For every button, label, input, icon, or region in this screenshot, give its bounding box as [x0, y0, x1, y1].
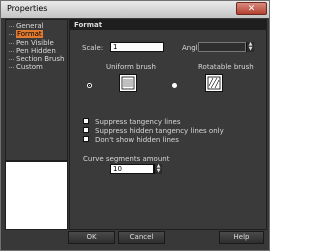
curve-segments-stepper[interactable]: ▲ ▼ [154, 164, 162, 174]
curve-segments-label: Curve segments amount [83, 155, 170, 163]
rotatable-brush-radio[interactable] [172, 83, 177, 88]
tree-connector [9, 59, 14, 60]
suppress-hidden-tangency-label: Suppress hidden tangency lines only [95, 127, 224, 135]
cancel-button[interactable]: Cancel [118, 231, 165, 244]
scale-field[interactable]: 1 [110, 42, 164, 52]
tree-connector [9, 43, 14, 44]
tree-connector [9, 26, 14, 27]
preview-area [5, 161, 68, 230]
sidebar-item-label: Format [16, 30, 43, 38]
panel-header: Format [70, 20, 266, 30]
sidebar-item-label: General [16, 22, 44, 30]
title-bar[interactable]: Properties ✕ [1, 1, 269, 18]
suppress-tangency-label: Suppress tangency lines [95, 118, 181, 126]
sidebar-item-format[interactable]: Format [6, 30, 67, 38]
sidebar-item-general[interactable]: General [6, 22, 67, 30]
ok-button[interactable]: OK [68, 231, 115, 244]
tree-connector [9, 51, 14, 52]
format-panel: Format Scale: 1 Angle: ▲ ▼ Uniform brush… [69, 19, 267, 230]
sidebar-item-custom[interactable]: Custom [6, 63, 67, 71]
property-tree: General Format Pen Visible Pen Hidden Se… [5, 19, 68, 161]
hide-hidden-lines-label: Don't show hidden lines [95, 136, 179, 144]
sidebar-item-label: Pen Visible [16, 39, 54, 47]
sidebar-item-pen-hidden[interactable]: Pen Hidden [6, 47, 67, 55]
window-title: Properties [7, 4, 48, 13]
panel-title: Format [74, 21, 103, 29]
uniform-brush-label: Uniform brush [106, 63, 156, 71]
sidebar-item-section-brush[interactable]: Section Brush [6, 55, 67, 63]
sidebar-item-label: Section Brush [16, 55, 65, 63]
tree-connector [9, 34, 14, 35]
rotatable-brush-icon [205, 74, 223, 92]
uniform-brush-icon [119, 74, 137, 92]
help-button[interactable]: Help [219, 231, 264, 244]
rotatable-brush-label: Rotatable brush [198, 63, 254, 71]
sidebar-item-pen-visible[interactable]: Pen Visible [6, 39, 67, 47]
uniform-brush-radio[interactable] [87, 83, 92, 88]
curve-segments-field[interactable]: 10 [110, 164, 154, 174]
properties-dialog: Properties ✕ General Format Pen Visible … [0, 0, 270, 251]
sidebar-item-label: Pen Hidden [16, 47, 56, 55]
sidebar-item-label: Custom [16, 63, 43, 71]
angle-field[interactable] [198, 42, 246, 52]
angle-stepper[interactable]: ▲ ▼ [246, 42, 254, 52]
suppress-hidden-tangency-checkbox[interactable] [83, 127, 89, 133]
hide-hidden-lines-checkbox[interactable] [83, 136, 89, 142]
spin-down-icon[interactable]: ▼ [247, 47, 254, 52]
spin-down-icon[interactable]: ▼ [155, 169, 162, 174]
tree-connector [9, 67, 14, 68]
scale-label: Scale: [82, 44, 104, 52]
close-icon[interactable]: ✕ [236, 2, 267, 15]
suppress-tangency-checkbox[interactable] [83, 118, 89, 124]
